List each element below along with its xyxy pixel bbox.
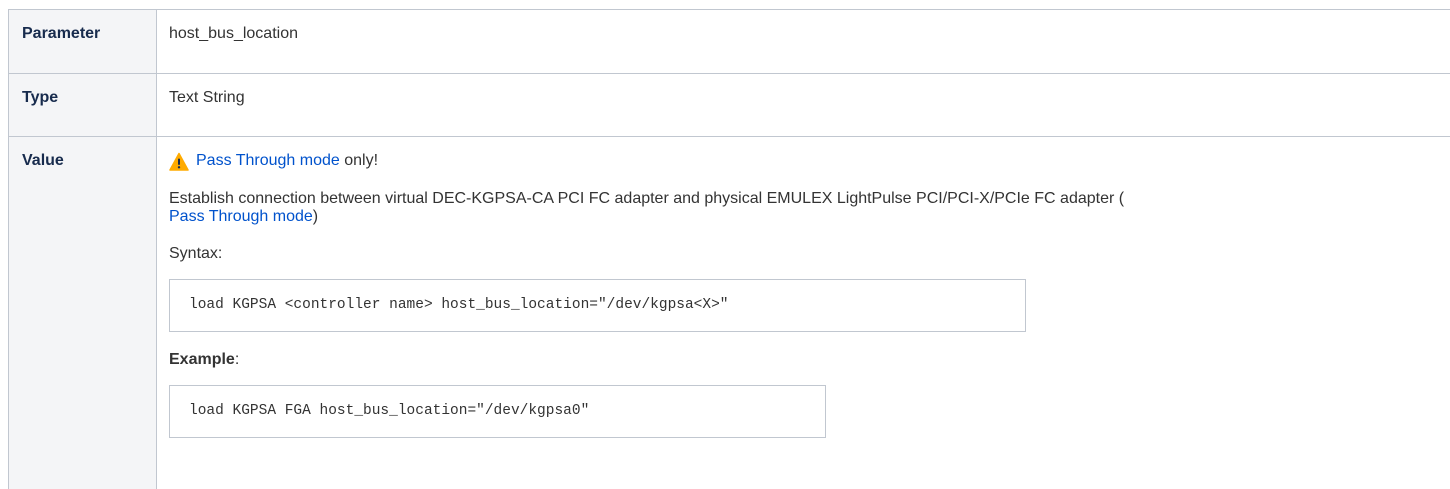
row-value-value: Pass Through mode only! Establish connec…	[156, 136, 1450, 489]
table-row-type: Type Text String	[8, 73, 1450, 137]
warning-triangle-icon	[169, 152, 189, 172]
description-suffix: )	[312, 208, 319, 225]
row-value-type: Text String	[156, 73, 1450, 137]
pass-through-mode-link-2[interactable]: Pass Through mode	[169, 208, 313, 225]
description-text: Establish connection between virtual DEC…	[169, 190, 1125, 207]
example-label: Example	[169, 351, 235, 368]
description-paragraph: Establish connection between virtual DEC…	[169, 190, 1450, 226]
row-header-type: Type	[8, 73, 157, 137]
parameter-table: Parameter host_bus_location Type Text St…	[8, 9, 1450, 489]
row-header-parameter: Parameter	[8, 9, 157, 74]
table-row-value: Value Pass Through mode only! Establish …	[8, 136, 1450, 489]
row-header-value: Value	[8, 136, 157, 489]
warning-suffix: only!	[339, 152, 379, 169]
example-heading: Example:	[169, 351, 1450, 369]
example-code-block: load KGPSA FGA host_bus_location="/dev/k…	[169, 385, 826, 438]
syntax-code-block: load KGPSA <controller name> host_bus_lo…	[169, 279, 1026, 332]
type-value: Text String	[169, 89, 245, 106]
pass-through-mode-link[interactable]: Pass Through mode	[196, 152, 340, 170]
syntax-label: Syntax:	[169, 245, 223, 262]
row-value-parameter: host_bus_location	[156, 9, 1450, 74]
example-colon: :	[234, 351, 240, 368]
table-row-parameter: Parameter host_bus_location	[8, 9, 1450, 74]
warning-note: Pass Through mode only!	[169, 151, 1450, 171]
parameter-name: host_bus_location	[169, 25, 298, 42]
